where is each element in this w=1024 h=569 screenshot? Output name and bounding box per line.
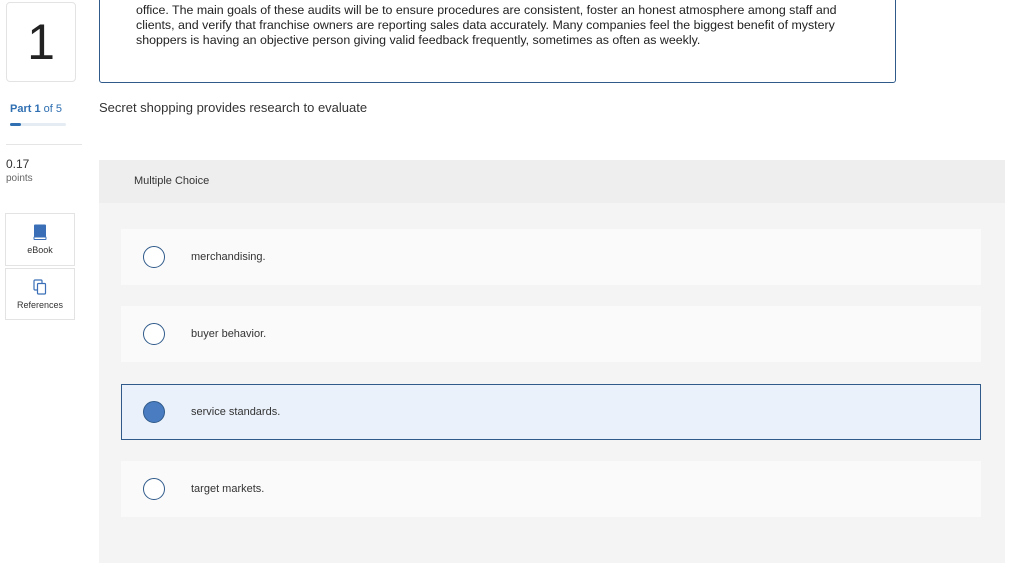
points-label: points (6, 173, 33, 184)
book-icon (33, 224, 47, 242)
answer-option[interactable]: service standards. (121, 384, 981, 440)
copy-pages-icon (33, 279, 47, 297)
passage-text: office. The main goals of these audits w… (136, 3, 837, 47)
answer-option[interactable]: buyer behavior. (121, 306, 981, 362)
multiple-choice-title: Multiple Choice (134, 175, 210, 187)
part-current: 1 (34, 103, 41, 115)
radio-button[interactable] (143, 246, 165, 268)
answer-option[interactable]: merchandising. (121, 229, 981, 285)
answer-option[interactable]: target markets. (121, 461, 981, 517)
answer-option-label: merchandising. (191, 251, 266, 263)
answer-option-label: buyer behavior. (191, 328, 267, 340)
radio-button[interactable] (143, 401, 165, 423)
references-button[interactable]: References (5, 268, 75, 320)
part-total: of 5 (43, 103, 63, 115)
part-progress-fill (10, 123, 22, 126)
question-number: 1 (6, 2, 76, 82)
part-progress-bar (10, 123, 66, 126)
radio-button[interactable] (143, 323, 165, 345)
answer-option-label: service standards. (191, 406, 281, 418)
answer-option-label: target markets. (191, 483, 265, 495)
reading-passage: office. The main goals of these audits w… (99, 0, 896, 83)
question-prompt: Secret shopping provides research to eva… (99, 100, 368, 115)
multiple-choice-panel: Multiple Choice merchandising. buyer beh… (99, 160, 1005, 563)
radio-button[interactable] (143, 478, 165, 500)
references-label: References (16, 300, 64, 310)
multiple-choice-header: Multiple Choice (99, 160, 1005, 203)
part-indicator: Part 1 of 5 (10, 103, 62, 115)
question-sidebar: 1 Part 1 of 5 0.17 points eBook Referenc… (0, 0, 86, 569)
points-value: 0.17 (6, 157, 30, 171)
ebook-button[interactable]: eBook (5, 213, 75, 266)
ebook-label: eBook (27, 245, 53, 255)
sidebar-divider (6, 144, 82, 145)
part-prefix: Part (10, 103, 32, 115)
